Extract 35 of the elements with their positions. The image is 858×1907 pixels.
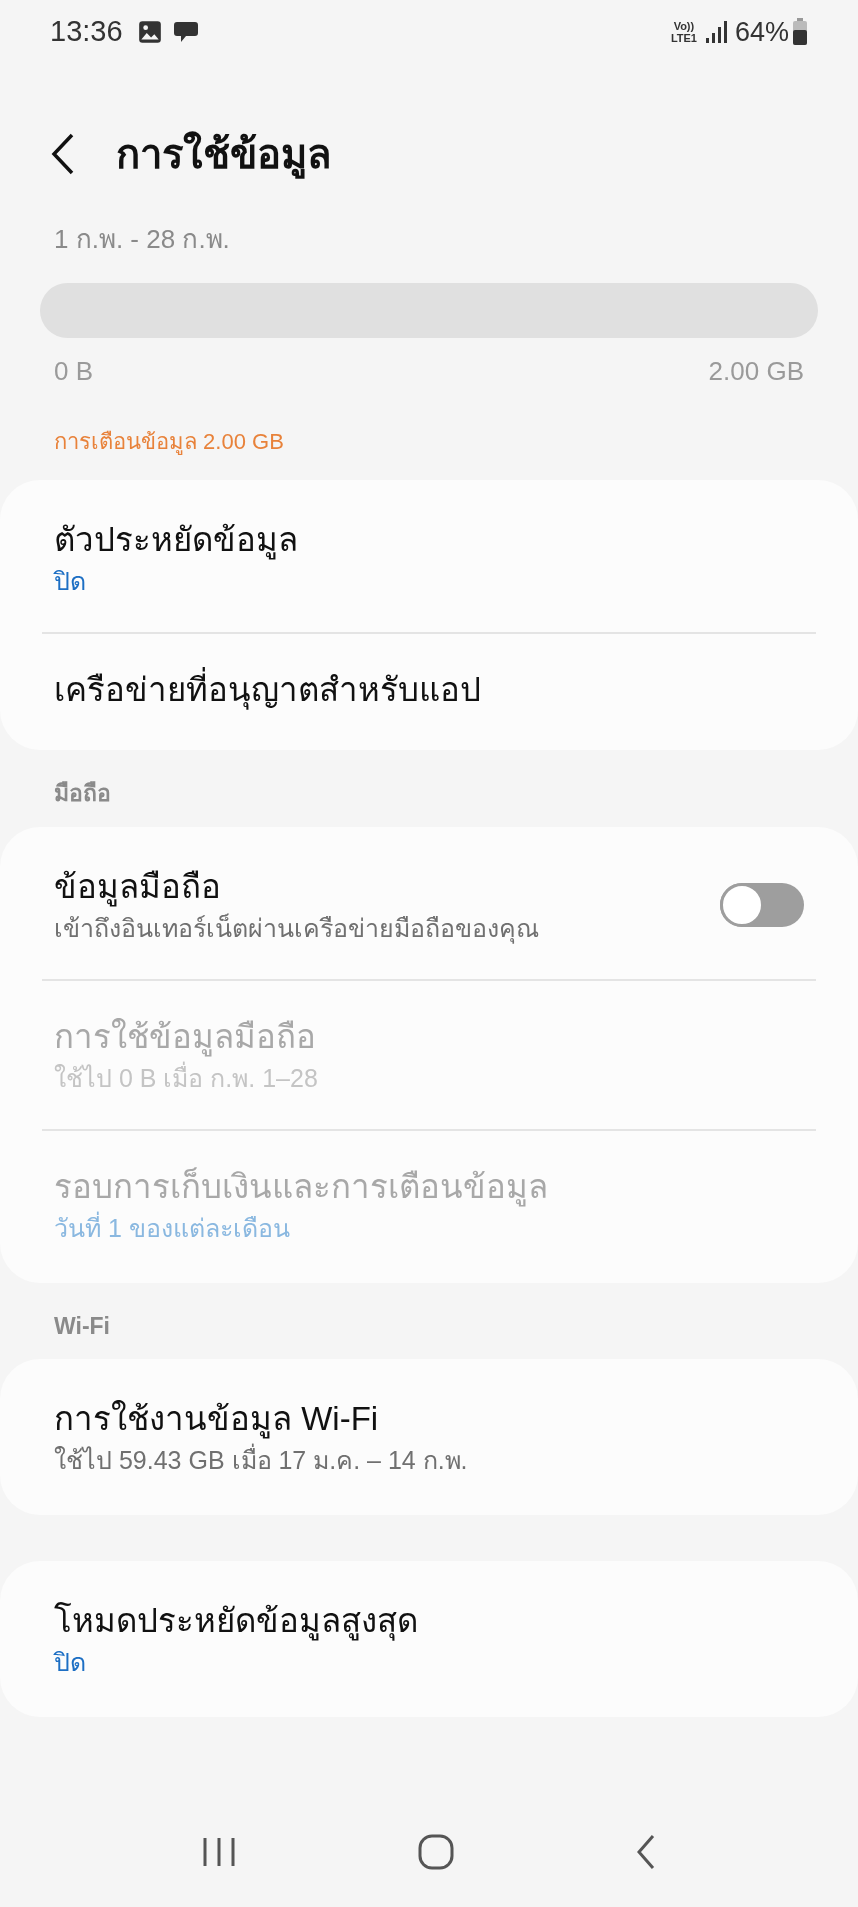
item-subtitle: ใช้ไป 59.43 GB เมื่อ 17 ม.ค. – 14 ก.พ. [54,1443,804,1477]
item-subtitle: เข้าถึงอินเทอร์เน็ตผ่านเครือข่ายมือถือของคุณ [54,912,540,945]
back-icon[interactable] [50,132,76,176]
item-subtitle: ใช้ไป 0 B เมื่อ ก.พ. 1–28 [54,1060,319,1094]
settings-item[interactable]: การใช้งานข้อมูล Wi-Fi ใช้ไป 59.43 GB เมื่อ 17 ม.ค. – 14 ก.พ. [12,1363,846,1511]
settings-item[interactable]: เครือข่ายที่อนุญาตสำหรับแอป [12,634,846,746]
section-header: มือถือ [53,779,112,808]
chat-bubble-icon [172,20,199,44]
page-title: การใช้ข้อมูล [116,124,332,184]
item-title: รอบการเก็บเงินและการเตือนข้อมูล [54,1166,549,1209]
data-warning-label: การเตือนข้อมูล 2.00 GB [53,428,285,457]
item-title: เครือข่ายที่อนุญาตสำหรับแอป [54,668,804,712]
settings-item[interactable]: โหมดประหยัดข้อมูลสูงสุด ปิด [12,1565,846,1713]
item-title: การใช้งานข้อมูล Wi-Fi [54,1399,380,1441]
settings-item[interactable]: ตัวประหยัดข้อมูล ปิด [12,484,846,632]
item-title: ตัวประหยัดข้อมูล [54,520,299,562]
usage-period: 1 ก.พ. - 28 ก.พ. [53,223,231,256]
item-title: ข้อมูลมือถือ [54,866,222,909]
settings-item[interactable]: ข้อมูลมือถือ เข้าถึงอินเทอร์เน็ตผ่านเครือข่ายมือถือของคุณ [12,830,846,979]
item-title: การใช้ข้อมูลมือถือ [54,1016,317,1059]
item-subtitle: วันที่ 1 ของแต่ละเดือน [54,1210,291,1244]
toggle-switch[interactable] [720,882,804,927]
usage-min-label: 0 B [54,355,94,388]
image-icon [136,19,163,45]
section-header: Wi-Fi [53,1311,111,1341]
item-subtitle: ปิด [54,566,87,597]
volte-label: Vo)) LTE1 [670,20,697,44]
status-time: 13:36 [50,14,123,50]
usage-max-label: 2.00 GB [708,355,804,388]
item-title: โหมดประหยัดข้อมูลสูงสุด [54,1601,419,1643]
battery-percent: 64% [734,15,789,49]
signal-icon [704,20,727,44]
home-icon[interactable] [418,1834,454,1870]
battery-icon [792,18,808,46]
item-subtitle: ปิด [54,1647,87,1678]
